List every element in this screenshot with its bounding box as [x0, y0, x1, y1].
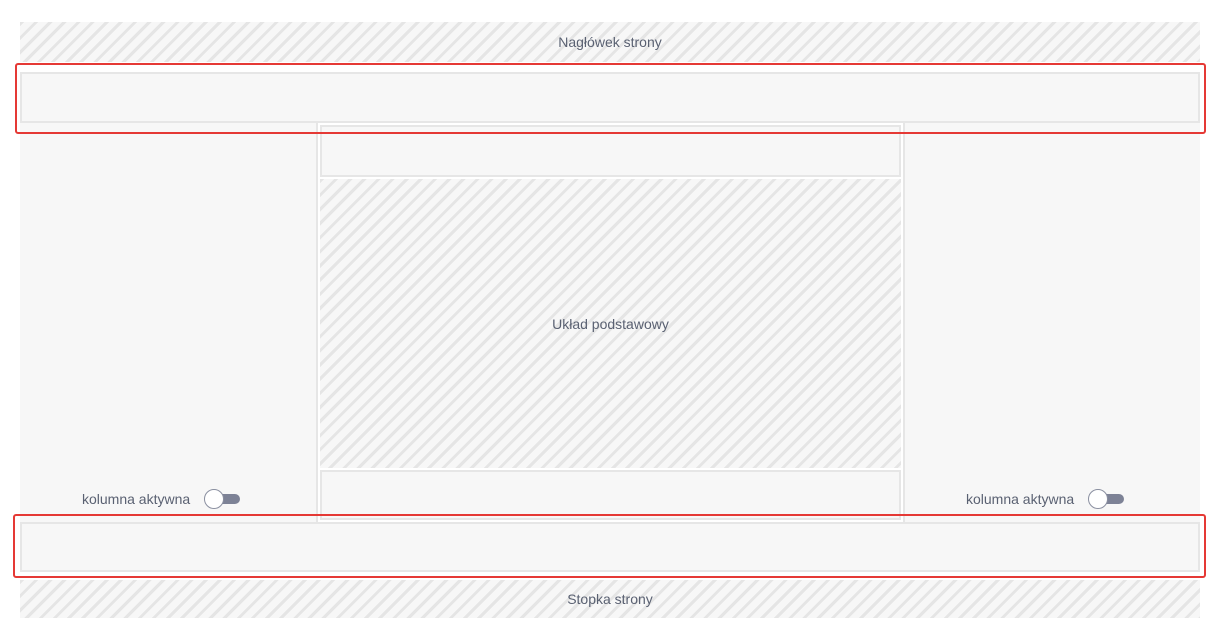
right-column-active-toggle[interactable] — [1088, 489, 1126, 509]
toggle-knob — [204, 489, 225, 509]
page-header-area[interactable]: Nagłówek strony — [20, 22, 1200, 62]
right-column-toggle-label: kolumna aktywna — [966, 491, 1075, 507]
main-layout-area[interactable]: Układ podstawowy — [320, 179, 901, 468]
selected-top-zone-outline — [15, 63, 1206, 134]
page-footer-label: Stopka strony — [567, 591, 653, 607]
layout-editor: Nagłówek strony Układ podstawowy kolumna… — [0, 0, 1206, 621]
left-column-toggle-label: kolumna aktywna — [82, 491, 191, 507]
left-column-toggle-row: kolumna aktywna — [82, 489, 242, 509]
left-column-active-toggle[interactable] — [204, 489, 242, 509]
left-column[interactable] — [20, 123, 318, 522]
toggle-knob — [1088, 489, 1109, 509]
selected-bottom-zone-outline — [13, 514, 1206, 578]
page-header-label: Nagłówek strony — [558, 34, 662, 50]
right-column-toggle-row: kolumna aktywna — [966, 489, 1126, 509]
center-column: Układ podstawowy — [318, 123, 903, 522]
center-bottom-drop-zone[interactable] — [320, 470, 901, 520]
right-column[interactable] — [903, 123, 1200, 522]
main-layout-label: Układ podstawowy — [552, 315, 669, 332]
page-footer-area[interactable]: Stopka strony — [20, 580, 1200, 618]
